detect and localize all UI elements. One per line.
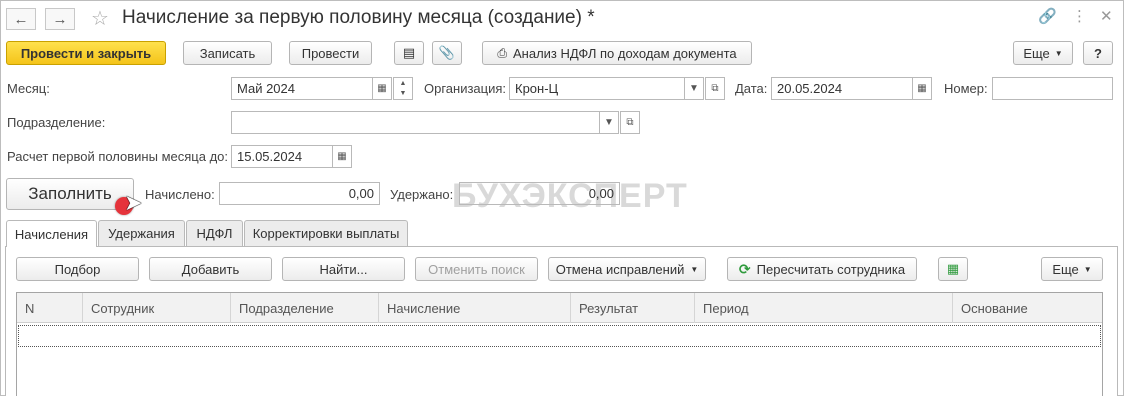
date-label: Дата: [735, 81, 768, 96]
calc-until-field[interactable]: 15.05.2024 [231, 145, 333, 168]
refresh-icon: ⟳ [738, 260, 751, 277]
open-form-icon[interactable]: ⧉ [620, 111, 640, 134]
tab-payment-corrections[interactable]: Корректировки выплаты [244, 220, 408, 246]
spin-down-icon[interactable]: ▼ [400, 90, 407, 97]
withheld-field: 0,00 [459, 182, 620, 205]
report-icon[interactable]: ▤ [394, 41, 424, 65]
month-label: Месяц: [7, 81, 50, 96]
more-button[interactable]: Еще ▼ [1013, 41, 1073, 65]
organization-label: Организация: [424, 81, 507, 96]
table-more-button[interactable]: Еще ▼ [1041, 257, 1103, 281]
tab-deductions[interactable]: Удержания [98, 220, 185, 246]
recalc-employee-button[interactable]: ⟳ Пересчитать сотрудника [727, 257, 917, 281]
table-row[interactable] [18, 325, 1101, 347]
post-and-close-button[interactable]: Провести и закрыть [6, 41, 166, 65]
add-label: Добавить [181, 261, 240, 277]
post-and-close-label: Провести и закрыть [20, 45, 152, 61]
cancel-search-label: Отменить поиск [428, 261, 525, 277]
help-button[interactable]: ? [1083, 41, 1113, 65]
more-vertical-icon[interactable]: ⋮ [1072, 7, 1087, 25]
save-button[interactable]: Записать [183, 41, 272, 65]
number-label: Номер: [944, 81, 988, 96]
calendar-icon[interactable]: ▦ [912, 77, 932, 100]
close-icon[interactable]: ✕ [1100, 7, 1113, 25]
column-period[interactable]: Период [695, 293, 953, 323]
calendar-icon[interactable]: ▦ [372, 77, 392, 100]
dropdown-arrow-icon: ▼ [1083, 264, 1092, 274]
calc-until-label: Расчет первой половины месяца до: [7, 149, 228, 164]
recalc-employee-label: Пересчитать сотрудника [756, 261, 906, 277]
ndfl-analysis-label: Анализ НДФЛ по доходам документа [513, 45, 737, 61]
back-arrow-icon[interactable]: ← [6, 8, 36, 30]
select-button[interactable]: Подбор [16, 257, 139, 281]
forward-arrow-icon[interactable]: → [45, 8, 75, 30]
cancel-corrections-label: Отмена исправлений [555, 261, 685, 277]
open-form-icon[interactable]: ⧉ [705, 77, 725, 100]
more-label: Еще [1023, 45, 1050, 61]
link-icon[interactable]: 🔗 [1038, 7, 1057, 25]
date-field[interactable]: 20.05.2024 [771, 77, 913, 100]
column-department[interactable]: Подразделение [231, 293, 379, 323]
table-header: N Сотрудник Подразделение Начисление Рез… [17, 293, 1102, 323]
table-more-label: Еще [1052, 261, 1079, 277]
month-spinner[interactable]: ▲ ▼ [393, 77, 413, 100]
printer-icon: ⎙ [497, 45, 507, 60]
tab-label: Удержания [108, 226, 175, 241]
month-field[interactable]: Май 2024 [231, 77, 373, 100]
department-field[interactable] [231, 111, 600, 134]
column-result[interactable]: Результат [571, 293, 695, 323]
mouse-pointer-icon: ➤ [124, 190, 143, 215]
tab-label: Корректировки выплаты [252, 226, 400, 241]
dropdown-arrow-icon[interactable]: ▼ [684, 77, 704, 100]
add-button[interactable]: Добавить [149, 257, 272, 281]
tab-accruals[interactable]: Начисления [6, 220, 97, 247]
dropdown-arrow-icon: ▼ [690, 264, 699, 274]
ndfl-analysis-button[interactable]: ⎙ Анализ НДФЛ по доходам документа [482, 41, 752, 65]
window-title: Начисление за первую половину месяца (со… [122, 7, 595, 28]
number-field[interactable] [992, 77, 1113, 100]
tab-label: НДФЛ [196, 226, 233, 241]
table-settings-icon[interactable]: ▦ [938, 257, 968, 281]
tab-label: Начисления [14, 226, 89, 242]
fill-label: Заполнить [28, 184, 112, 203]
withheld-label: Удержано: [390, 187, 454, 202]
select-label: Подбор [54, 261, 101, 277]
column-basis[interactable]: Основание [953, 293, 1102, 323]
dropdown-arrow-icon: ▼ [1054, 48, 1063, 58]
tab-ndfl[interactable]: НДФЛ [186, 220, 243, 246]
column-accrual[interactable]: Начисление [379, 293, 571, 323]
calendar-icon[interactable]: ▦ [332, 145, 352, 168]
post-label: Провести [301, 45, 360, 61]
column-number[interactable]: N [17, 293, 83, 323]
accrued-label: Начислено: [145, 187, 215, 202]
accrued-field: 0,00 [219, 182, 380, 205]
organization-field[interactable]: Крон-Ц [509, 77, 685, 100]
dropdown-arrow-icon[interactable]: ▼ [599, 111, 619, 134]
favorite-star-icon[interactable]: ☆ [91, 6, 109, 31]
column-employee[interactable]: Сотрудник [83, 293, 231, 323]
accruals-table[interactable]: N Сотрудник Подразделение Начисление Рез… [16, 292, 1103, 396]
cancel-corrections-button[interactable]: Отмена исправлений ▼ [548, 257, 706, 281]
post-button[interactable]: Провести [289, 41, 372, 65]
cancel-search-button[interactable]: Отменить поиск [415, 257, 538, 281]
spin-up-icon[interactable]: ▲ [400, 80, 407, 87]
save-label: Записать [199, 45, 256, 61]
find-button[interactable]: Найти... [282, 257, 405, 281]
help-label: ? [1094, 45, 1102, 61]
attachment-icon[interactable]: 📎 [432, 41, 462, 65]
find-label: Найти... [319, 261, 368, 277]
department-label: Подразделение: [7, 115, 106, 130]
